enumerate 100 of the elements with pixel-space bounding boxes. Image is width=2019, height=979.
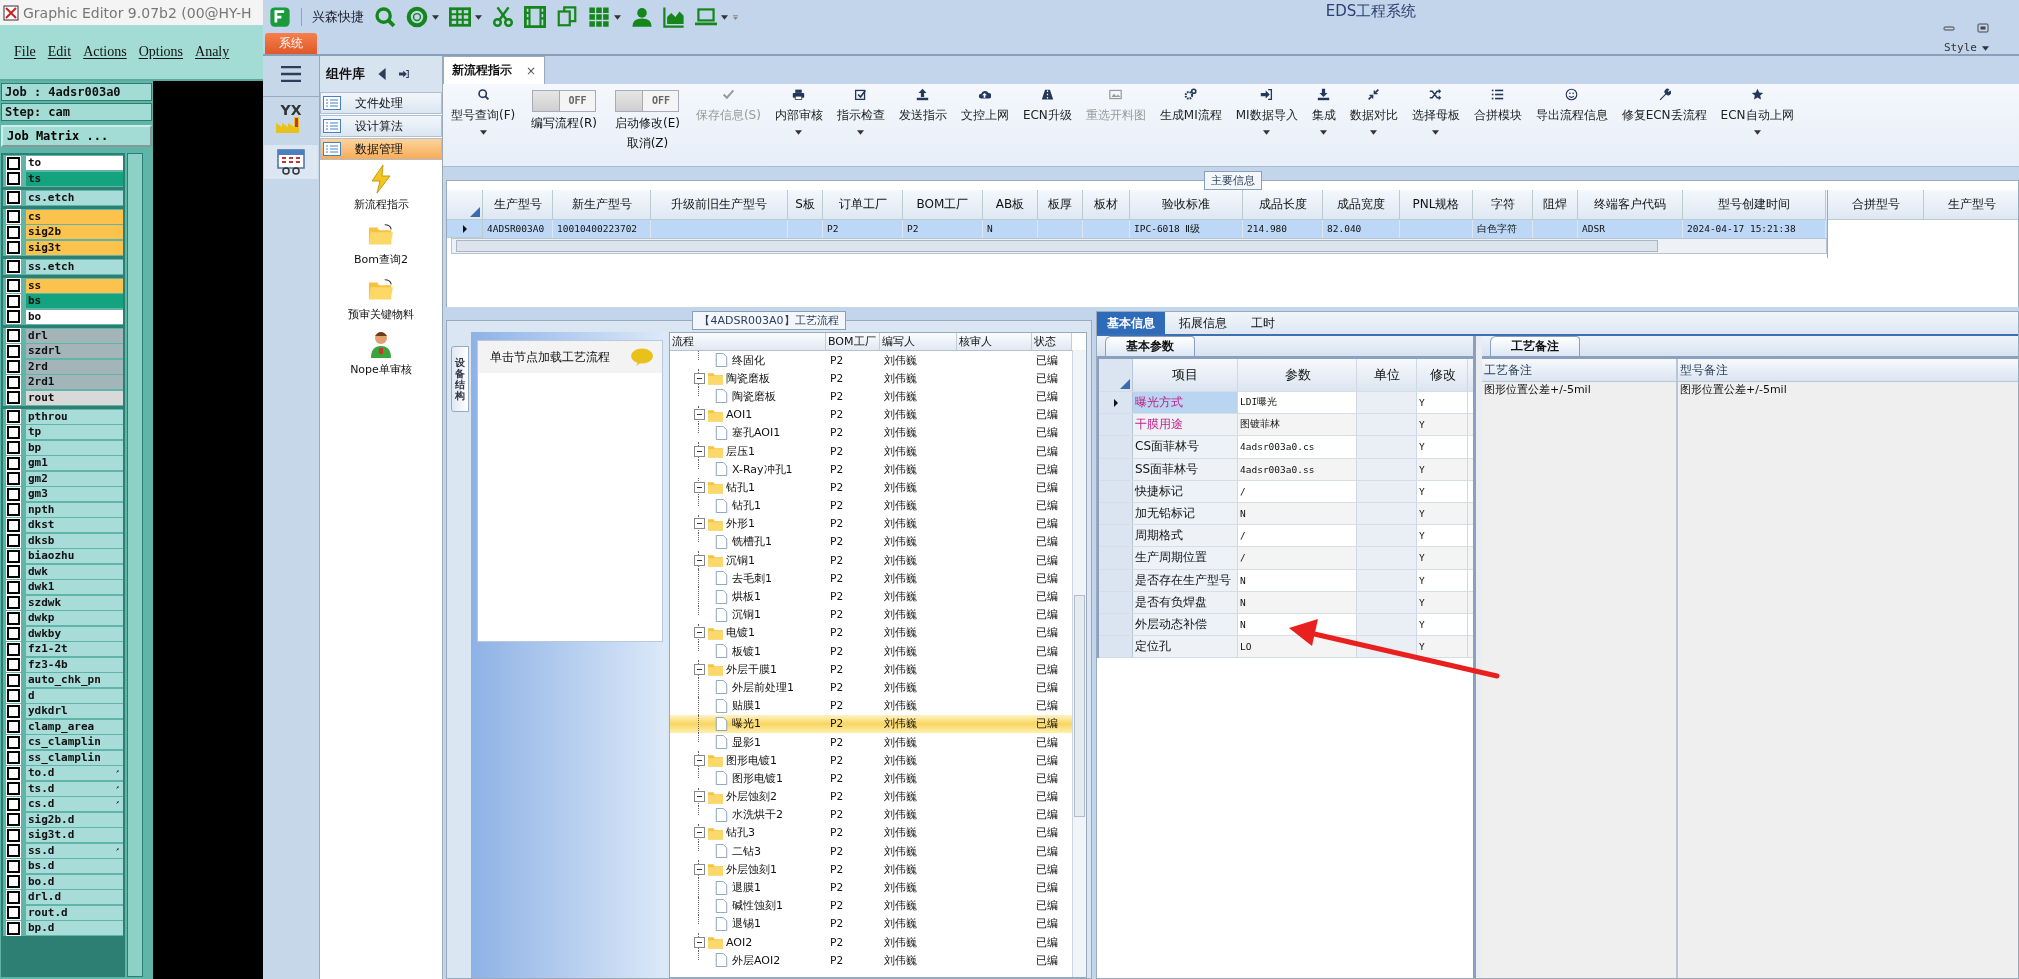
layer-name[interactable]: cs.etch <box>26 190 123 205</box>
checkbox[interactable] <box>7 210 20 223</box>
tree-row[interactable]: 显影1 P2 刘伟巍 已编 <box>670 732 1072 752</box>
toolbar-button[interactable]: MI数据导入 <box>1231 88 1302 135</box>
layer-name[interactable]: ydkdrl <box>26 704 123 718</box>
caret-icon[interactable] <box>479 130 487 135</box>
checkbox[interactable] <box>7 704 20 718</box>
checkbox[interactable] <box>7 658 20 671</box>
checkbox[interactable] <box>7 456 20 470</box>
category-item[interactable]: 设计算法 <box>320 115 442 137</box>
toolbar-button[interactable]: 型号查询(F) <box>447 88 520 135</box>
checkbox[interactable] <box>7 735 20 749</box>
tree-row[interactable]: 外层干膜1 P2 刘伟巍 已编 <box>670 660 1072 679</box>
checkbox[interactable] <box>7 797 20 811</box>
layer-name[interactable]: cs.d <box>26 797 123 811</box>
tool-label[interactable]: 新流程指示 <box>353 197 409 212</box>
toolbar-button[interactable]: 合拼模块 <box>1469 88 1526 135</box>
checkbox[interactable] <box>7 487 20 501</box>
toolbar-button[interactable]: 导出流程信息 <box>1531 88 1612 135</box>
table-row[interactable]: 是否有负焊盘 N Y <box>1099 591 1473 614</box>
layer-name[interactable]: rout <box>26 390 123 405</box>
tree-row[interactable]: 钻孔3 P2 刘伟巍 已编 <box>670 823 1072 843</box>
caret-icon[interactable] <box>795 130 803 135</box>
tree-row[interactable]: 沉铜1 P2 刘伟巍 已编 <box>670 551 1072 570</box>
layer-name[interactable]: ss <box>26 278 123 293</box>
layer-name[interactable]: bp.d <box>26 921 123 935</box>
checkbox[interactable] <box>7 751 20 764</box>
column-header[interactable]: 编写人 <box>880 333 957 350</box>
tool-label[interactable]: Bom查询2 <box>354 252 408 267</box>
column-header[interactable]: 参数 <box>1238 359 1357 391</box>
checkbox[interactable] <box>7 329 20 342</box>
menu-item[interactable]: Edit <box>47 44 72 60</box>
checkbox[interactable] <box>7 425 20 439</box>
checkbox[interactable] <box>7 441 20 454</box>
layer-name[interactable]: cs <box>26 209 123 224</box>
column-header[interactable]: BOM工厂 <box>826 333 880 350</box>
panel-tab[interactable]: 工艺备注 <box>1490 336 1580 356</box>
expander-icon[interactable] <box>694 863 705 875</box>
layer-name[interactable]: sig3t <box>26 240 123 255</box>
scissors-icon[interactable] <box>492 6 514 28</box>
checkbox[interactable] <box>7 410 20 423</box>
checkbox[interactable] <box>7 225 20 239</box>
tree-row[interactable]: 外层蚀刻2 P2 刘伟巍 已编 <box>670 787 1072 806</box>
toolbar-button[interactable]: 数据对比 <box>1345 88 1402 135</box>
tree-row[interactable]: 电镀1 P2 刘伟巍 已编 <box>670 623 1072 642</box>
layer-name[interactable]: pthrou <box>26 409 123 424</box>
menu-item[interactable]: Options <box>138 44 184 60</box>
tree-row[interactable]: 陶瓷磨板 P2 刘伟巍 已编 <box>670 369 1072 388</box>
layer-name[interactable]: szdrl <box>26 344 123 358</box>
column-header[interactable]: 合拼型号 <box>1828 190 1924 220</box>
layer-name[interactable]: fz3-4b <box>26 657 123 672</box>
tree-row[interactable]: 碱性蚀刻1 P2 刘伟巍 已编 <box>670 896 1072 915</box>
checkbox[interactable] <box>7 921 20 935</box>
factory-logo[interactable]: YX <box>263 96 319 133</box>
checkbox[interactable] <box>7 689 20 702</box>
expander-icon[interactable] <box>694 409 705 421</box>
checkbox[interactable] <box>7 241 20 254</box>
expander-icon[interactable] <box>694 791 705 803</box>
checkbox[interactable] <box>7 859 20 873</box>
layer-name[interactable]: dwkby <box>26 626 123 641</box>
tree-row[interactable]: 终固化 P2 刘伟巍 已编 <box>670 351 1072 370</box>
tree-row[interactable]: 外层前处理1 P2 刘伟巍 已编 <box>670 678 1072 697</box>
layer-name[interactable]: szdwk <box>26 595 123 610</box>
layer-name[interactable]: clamp_area <box>26 719 123 734</box>
checkbox[interactable] <box>7 766 20 780</box>
layer-name[interactable]: gm1 <box>26 456 123 470</box>
checkbox[interactable] <box>7 310 20 323</box>
calculator-icon[interactable] <box>264 145 318 179</box>
toolbar-button[interactable]: 指示检查 <box>832 88 889 135</box>
tree-row[interactable]: 沉铜1 P2 刘伟巍 已编 <box>670 605 1072 624</box>
checkbox[interactable] <box>7 518 20 532</box>
toolbar-button[interactable]: ECN升级 <box>1018 88 1076 135</box>
search-icon[interactable] <box>374 6 396 28</box>
checkbox[interactable] <box>7 673 20 687</box>
tree-row[interactable]: 塞孔AOI1 P2 刘伟巍 已编 <box>670 423 1072 442</box>
menu-item[interactable]: Analy <box>195 44 230 60</box>
scrollbar[interactable] <box>451 238 1827 254</box>
toggle-switch[interactable]: OFF <box>532 90 597 112</box>
job-matrix-button[interactable]: Job Matrix ... <box>1 125 152 147</box>
tree-row[interactable]: 曝光1 P2 刘伟巍 已编 <box>670 714 1072 733</box>
checkbox[interactable] <box>7 782 20 795</box>
expander-icon[interactable] <box>694 827 705 839</box>
layer-name[interactable]: sig2b <box>26 225 123 239</box>
user-icon[interactable] <box>631 6 653 28</box>
caret-icon[interactable] <box>1370 130 1378 135</box>
toggle-switch[interactable]: OFF <box>615 90 680 112</box>
checkbox[interactable] <box>7 611 20 625</box>
table-row[interactable]: CS面菲林号 4adsr003a0.cs Y <box>1099 436 1473 459</box>
layer-name[interactable]: drl.d <box>26 890 123 904</box>
toolbar-button[interactable]: 选择母板 <box>1407 88 1464 135</box>
caret-icon[interactable] <box>1753 130 1761 135</box>
checkbox[interactable] <box>7 906 20 919</box>
layer-name[interactable]: gm2 <box>26 471 123 486</box>
caret-icon[interactable] <box>475 14 482 20</box>
tool-label[interactable]: Nope单审核 <box>350 362 412 377</box>
layer-name[interactable]: ts.d <box>26 781 123 796</box>
corner-icon[interactable] <box>1120 379 1130 389</box>
checkbox[interactable] <box>7 627 20 640</box>
checkbox[interactable] <box>7 279 20 292</box>
layer-name[interactable]: dwk1 <box>26 580 123 594</box>
